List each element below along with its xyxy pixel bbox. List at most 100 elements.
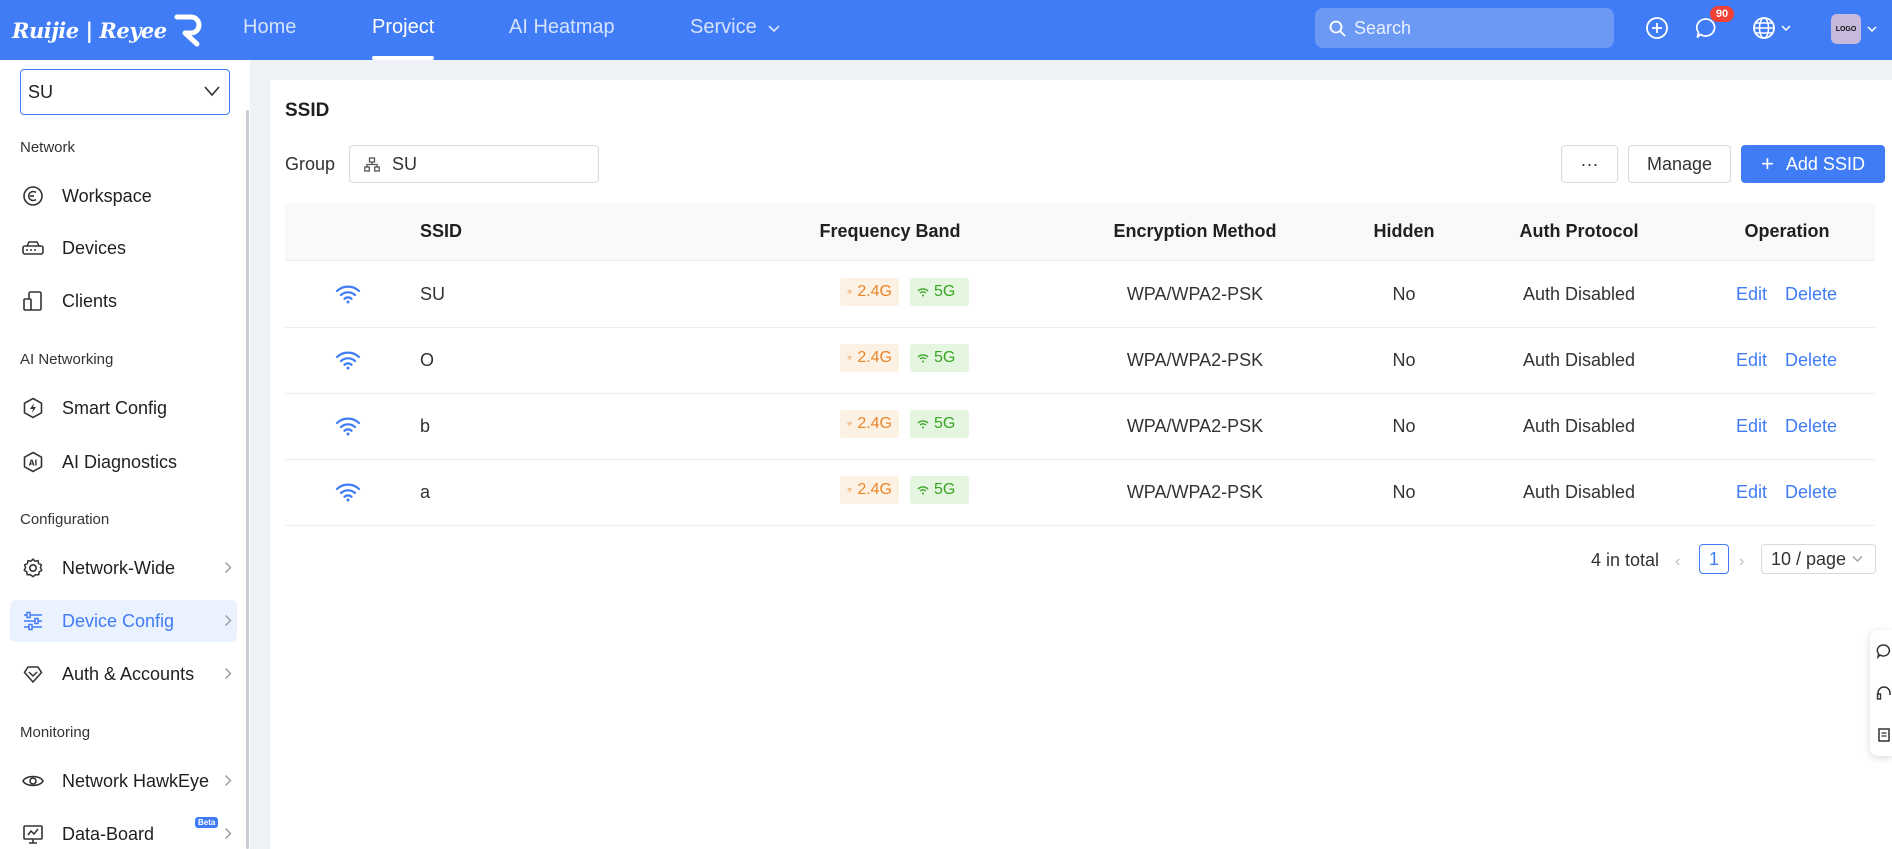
edit-link[interactable]: Edit: [1736, 416, 1767, 437]
chevron-right-icon: [225, 828, 232, 839]
floating-toolbar: [1870, 630, 1892, 756]
language-globe-icon[interactable]: [1750, 15, 1792, 41]
add-circle-icon[interactable]: [1644, 15, 1670, 41]
search-box[interactable]: [1315, 8, 1614, 48]
edit-link[interactable]: Edit: [1736, 482, 1767, 503]
wifi-icon: [335, 417, 361, 436]
nav-service-label: Service: [690, 16, 757, 38]
sidebar-item-network-hawkeye[interactable]: Network HawkEye: [10, 760, 237, 802]
table-header: SSID Frequency Band Encryption Method Hi…: [285, 203, 1875, 261]
brand-mark-icon: [174, 14, 202, 47]
notification-badge: 90: [1710, 6, 1734, 22]
sidebar-item-ai-diagnostics[interactable]: AI AI Diagnostics: [10, 441, 237, 483]
sidebar-item-clients[interactable]: Clients: [10, 280, 237, 322]
wifi-icon: [847, 356, 853, 360]
ssid-name: b: [420, 416, 431, 436]
sidebar-scrollbar[interactable]: [246, 110, 249, 849]
table-row: a 2.4G 5G WPA/WPA2-PSK No Auth Disabled …: [285, 460, 1875, 526]
group-selector[interactable]: SU: [349, 145, 599, 183]
encryption-value: WPA/WPA2-PSK: [1126, 284, 1264, 304]
column-operation: Operation: [1744, 221, 1830, 241]
more-button[interactable]: ···: [1561, 145, 1618, 183]
headset-icon[interactable]: [1870, 672, 1892, 714]
table-row: SU 2.4G 5G WPA/WPA2-PSK No Auth Disabled…: [285, 262, 1875, 328]
delete-link[interactable]: Delete: [1785, 482, 1837, 503]
band-label: 2.4G: [857, 349, 892, 366]
column-frequency-band: Frequency Band: [819, 221, 961, 241]
column-ssid: SSID: [420, 221, 463, 241]
chevron-right-icon: [225, 668, 232, 679]
band-2-4g-tag: 2.4G: [840, 278, 899, 306]
delete-link[interactable]: Delete: [1785, 284, 1837, 305]
sidebar: SU Network Workspace Devices Clients AI …: [0, 60, 250, 849]
avatar-chevron-down-icon[interactable]: [1867, 26, 1877, 33]
nav-active-indicator: [372, 56, 434, 60]
sidebar-item-label: Clients: [62, 290, 118, 311]
brand-logo[interactable]: Ruijie | Reyee: [12, 12, 205, 48]
band-5g-tag: 5G: [910, 344, 969, 372]
wifi-icon: [917, 420, 929, 429]
page-size-select[interactable]: 10 / page: [1761, 544, 1876, 574]
ssid-name: a: [420, 482, 431, 502]
sidebar-item-label: Data-Board: [62, 823, 155, 844]
search-icon: [1329, 20, 1346, 36]
nav-ai-heatmap[interactable]: AI Heatmap: [509, 16, 615, 39]
column-auth-protocol: Auth Protocol: [1519, 221, 1639, 241]
wifi-icon: [335, 351, 361, 370]
document-icon[interactable]: [1870, 714, 1892, 756]
avatar[interactable]: LOGO: [1831, 14, 1861, 44]
delete-link[interactable]: Delete: [1785, 416, 1837, 437]
chart-board-icon: [21, 822, 45, 846]
auth-value: Auth Disabled: [1522, 284, 1636, 304]
edit-link[interactable]: Edit: [1736, 284, 1767, 305]
section-configuration: Configuration: [20, 511, 110, 528]
search-input[interactable]: [1354, 17, 1594, 39]
sidebar-item-devices[interactable]: Devices: [10, 227, 237, 269]
section-network: Network: [20, 139, 76, 156]
nav-service[interactable]: Service: [690, 16, 780, 39]
router-icon: [21, 236, 45, 260]
sidebar-item-label: Devices: [62, 237, 127, 258]
sidebar-item-label: Auth & Accounts: [62, 663, 195, 684]
chat-support-icon[interactable]: [1870, 630, 1892, 672]
wifi-icon: [917, 288, 929, 297]
chevron-down-icon: [1852, 556, 1863, 562]
sidebar-item-device-config[interactable]: Device Config: [10, 600, 237, 642]
ai-diagnostics-icon: AI: [21, 450, 45, 474]
sidebar-item-network-wide[interactable]: Network-Wide: [10, 547, 237, 589]
auth-value: Auth Disabled: [1522, 416, 1636, 436]
eye-icon: [21, 769, 45, 793]
workspace-icon: [21, 184, 45, 208]
prev-page-icon[interactable]: ‹: [1675, 553, 1680, 571]
top-bar: Ruijie | Reyee Home Project AI Heatmap S…: [0, 0, 1892, 60]
svg-text:AI: AI: [29, 459, 38, 468]
column-hidden: Hidden: [1373, 221, 1435, 241]
add-ssid-button[interactable]: + Add SSID: [1741, 145, 1885, 183]
sidebar-item-label: Network-Wide: [62, 557, 176, 578]
sidebar-item-auth-accounts[interactable]: Auth & Accounts: [10, 653, 237, 695]
sidebar-item-workspace[interactable]: Workspace: [10, 175, 237, 217]
nav-project[interactable]: Project: [372, 16, 434, 39]
nav-home[interactable]: Home: [243, 16, 296, 39]
hidden-value: No: [1392, 482, 1416, 502]
hidden-value: No: [1392, 416, 1416, 436]
wifi-icon: [917, 354, 929, 363]
wifi-icon: [335, 285, 361, 304]
encryption-value: WPA/WPA2-PSK: [1126, 482, 1264, 502]
edit-link[interactable]: Edit: [1736, 350, 1767, 371]
sidebar-item-data-board[interactable]: Data-Board: [10, 813, 237, 849]
chevron-right-icon: [225, 562, 232, 573]
wifi-icon: [335, 483, 361, 502]
section-ai-networking: AI Networking: [20, 351, 114, 368]
page-number-current[interactable]: 1: [1699, 544, 1729, 574]
hidden-value: No: [1392, 284, 1416, 304]
plus-icon: +: [1761, 151, 1774, 176]
delete-link[interactable]: Delete: [1785, 350, 1837, 371]
manage-button[interactable]: Manage: [1628, 145, 1731, 183]
sidebar-item-smart-config[interactable]: Smart Config: [10, 387, 237, 429]
page-title: SSID: [285, 100, 330, 121]
project-select[interactable]: SU: [20, 69, 230, 115]
next-page-icon[interactable]: ›: [1739, 553, 1744, 571]
encryption-value: WPA/WPA2-PSK: [1126, 416, 1264, 436]
hidden-value: No: [1392, 350, 1416, 370]
